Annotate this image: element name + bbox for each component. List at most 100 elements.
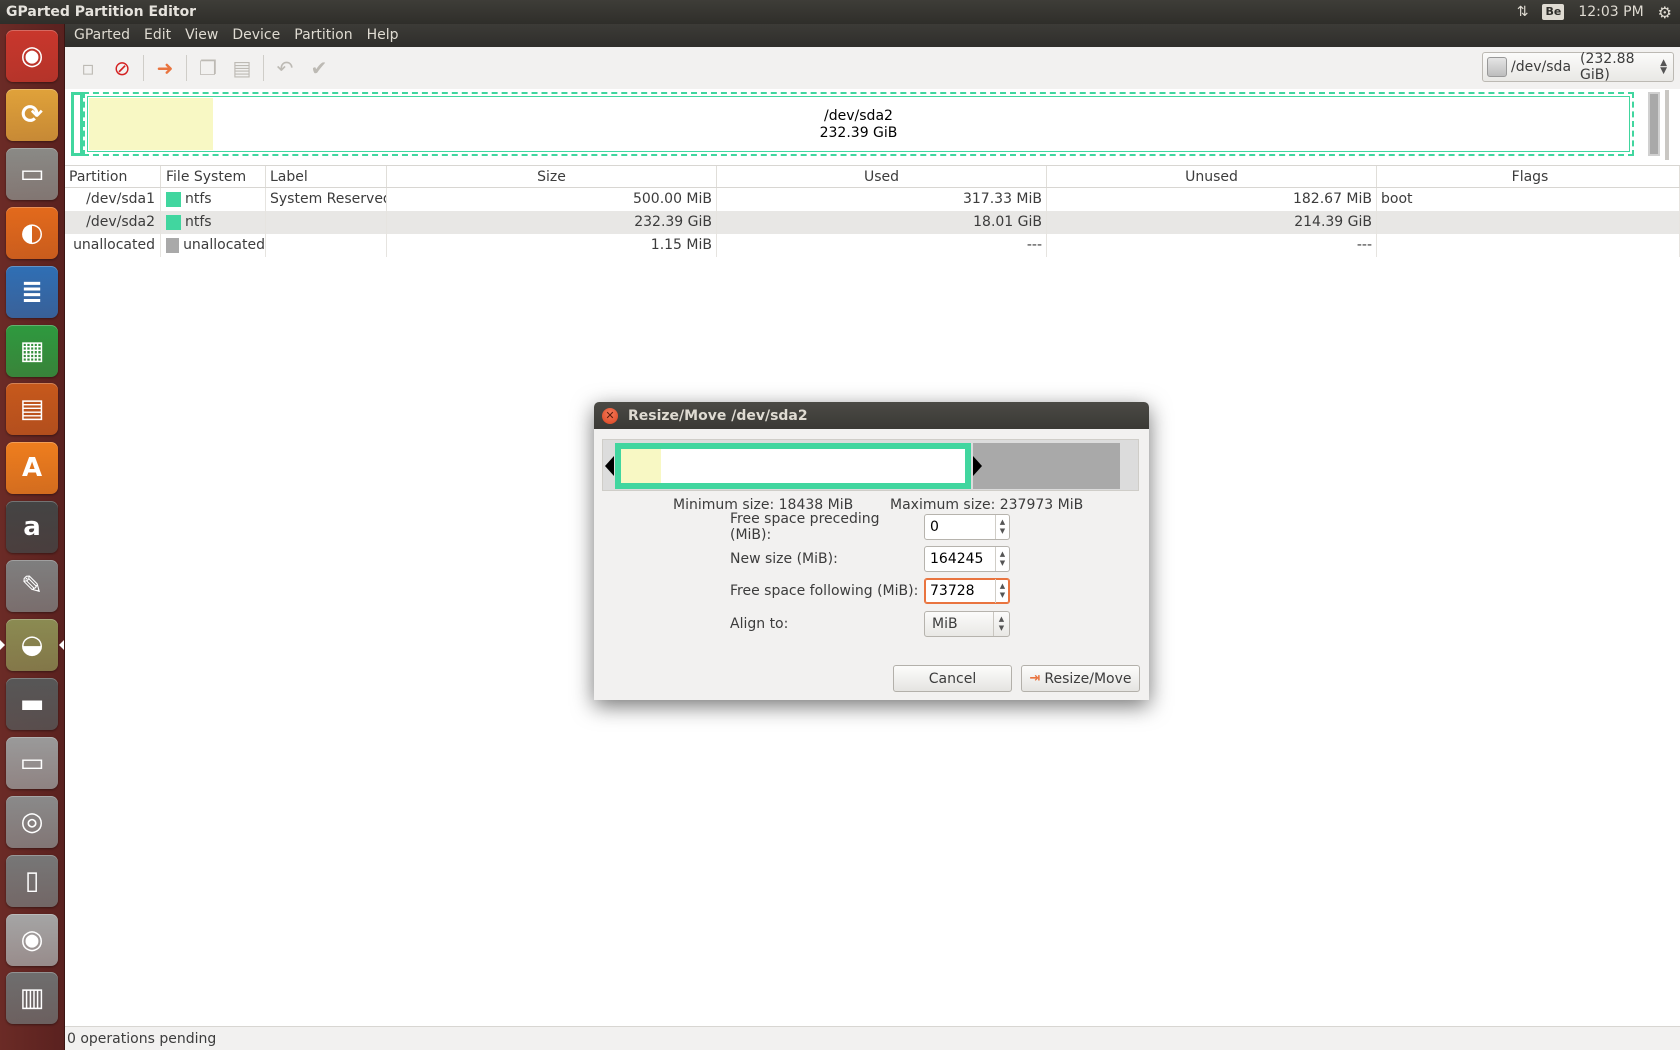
resize-handle-left-icon[interactable]: [605, 456, 614, 476]
column-header-used[interactable]: Used: [717, 166, 1047, 187]
indicator-area: ⇅ Be 12:03 PM ⚙: [1517, 3, 1680, 22]
device-selector[interactable]: /dev/sda (232.88 GiB) ▲ ▼: [1482, 51, 1674, 83]
system-settings-icon: ✎: [21, 571, 43, 602]
resize-handle-right-icon[interactable]: [973, 456, 982, 476]
spin-arrows-icon[interactable]: ▲ ▼: [995, 515, 1009, 539]
launcher-item-removable-drive[interactable]: ▭: [6, 736, 58, 789]
dvd-drive-icon: ◉: [20, 924, 44, 955]
launcher-item-media-player[interactable]: ▯: [6, 854, 58, 907]
table-header: Partition File System Label Size Used Un…: [65, 165, 1680, 188]
table-row[interactable]: /dev/sda2 ntfs 232.39 GiB 18.01 GiB 214.…: [65, 211, 1680, 234]
spin-arrows-icon[interactable]: ▲ ▼: [995, 579, 1009, 603]
new-partition-icon[interactable]: ▫: [71, 52, 105, 84]
cell-unused: 182.67 MiB: [1047, 188, 1377, 211]
cell-label: [266, 211, 387, 234]
launcher-item-libreoffice-writer[interactable]: ≣: [6, 265, 58, 318]
launcher-item-hard-drive[interactable]: ◎: [6, 795, 58, 848]
launcher-item-trash[interactable]: ▥: [6, 972, 58, 1025]
launcher: ◉ ⟳ ▭ ◐ ≣ ▦ ▤ Aa ✎ ◒ ▬ ▭ ◎ ▯ ◉ ▥: [0, 24, 65, 1050]
disk-map-sda1[interactable]: [71, 92, 83, 156]
free-space-preceding-value[interactable]: 0: [925, 519, 995, 535]
scrollbar[interactable]: [1665, 90, 1669, 160]
free-space-preceding-row: Free space preceding (MiB): 0 ▲ ▼: [730, 511, 1010, 543]
new-size-label: New size (MiB):: [730, 551, 838, 567]
column-header-filesystem[interactable]: File System: [161, 166, 266, 187]
new-size-spinner[interactable]: 164245 ▲ ▼: [924, 546, 1010, 572]
network-updown-icon[interactable]: ⇅: [1517, 4, 1529, 20]
align-to-row: Align to: MiB ▲ ▼: [730, 611, 1010, 637]
resize-move-icon[interactable]: ➜: [148, 52, 182, 84]
spin-arrows-icon[interactable]: ▲ ▼: [995, 547, 1009, 571]
menu-device[interactable]: Device: [225, 24, 287, 47]
disk-map-label: /dev/sda2 232.39 GiB: [85, 108, 1632, 142]
free-space-following-value[interactable]: 73728: [925, 583, 995, 599]
column-header-unused[interactable]: Unused: [1047, 166, 1377, 187]
table-row[interactable]: unallocated unallocated 1.15 MiB --- ---: [65, 234, 1680, 257]
top-panel: GParted Partition Editor ⇅ Be 12:03 PM ⚙: [0, 0, 1680, 24]
align-to-select[interactable]: MiB ▲ ▼: [924, 611, 1010, 637]
trash-icon: ▥: [19, 983, 45, 1014]
column-header-flags[interactable]: Flags: [1377, 166, 1680, 187]
cell-partition: /dev/sda1: [65, 188, 161, 211]
hard-disk-icon: [1487, 57, 1508, 77]
gparted-icon: ◒: [20, 630, 44, 660]
device-size: (232.88 GiB): [1580, 51, 1635, 83]
firefox-icon: ◐: [20, 217, 44, 248]
apply-icon[interactable]: ✔: [302, 52, 336, 84]
filesystem-color-swatch: [166, 238, 180, 253]
resize-move-button[interactable]: ⇥ Resize/Move: [1021, 665, 1140, 692]
menu-view[interactable]: View: [178, 24, 225, 47]
launcher-item-files[interactable]: ▭: [6, 147, 58, 200]
menu-help[interactable]: Help: [360, 24, 406, 47]
free-space-following-spinner[interactable]: 73728 ▲ ▼: [924, 578, 1010, 604]
column-header-size[interactable]: Size: [387, 166, 717, 187]
launcher-item-system-settings[interactable]: ✎: [6, 560, 58, 613]
launcher-item-firefox[interactable]: ◐: [6, 206, 58, 259]
launcher-item-gparted[interactable]: ◒: [6, 619, 58, 671]
new-size-value[interactable]: 164245: [925, 551, 995, 567]
menu-gparted[interactable]: GParted: [67, 24, 137, 47]
menu-edit[interactable]: Edit: [137, 24, 178, 47]
cell-label: System Reserved: [266, 188, 387, 211]
launcher-item-libreoffice-impress[interactable]: ▤: [6, 383, 58, 436]
disk-map-sda2[interactable]: /dev/sda2 232.39 GiB: [83, 92, 1634, 156]
cell-filesystem: unallocated: [161, 234, 266, 257]
used-space-bar: [621, 449, 661, 483]
launcher-item-libreoffice-calc[interactable]: ▦: [6, 324, 58, 377]
free-space-preceding-label: Free space preceding (MiB):: [730, 511, 880, 543]
column-header-partition[interactable]: Partition: [65, 166, 161, 187]
column-header-label[interactable]: Label: [266, 166, 387, 187]
chevron-updown-icon: ▲ ▼: [993, 612, 1009, 636]
cell-flags: [1377, 234, 1680, 257]
menu-partition[interactable]: Partition: [287, 24, 359, 47]
ubuntu-dash-icon: ◉: [20, 41, 44, 71]
launcher-item-dvd-drive[interactable]: ◉: [6, 913, 58, 966]
disk-map-partition: /dev/sda2: [824, 108, 893, 124]
floppy-icon: ▬: [19, 688, 45, 719]
disk-map-unallocated[interactable]: [1648, 92, 1660, 156]
align-to-label: Align to:: [730, 616, 789, 632]
paste-icon[interactable]: ▤: [225, 52, 259, 84]
removable-drive-icon: ▭: [19, 747, 45, 778]
delete-partition-icon[interactable]: ⊘: [105, 52, 139, 84]
launcher-item-amazon[interactable]: a: [6, 501, 58, 554]
gear-icon[interactable]: ⚙: [1658, 3, 1672, 22]
launcher-item-system-updater[interactable]: ⟳: [6, 88, 58, 141]
launcher-item-floppy[interactable]: ▬: [6, 677, 58, 730]
device-name: /dev/sda: [1511, 59, 1572, 75]
libreoffice-writer-icon: ≣: [21, 276, 43, 307]
cancel-button[interactable]: Cancel: [893, 665, 1012, 692]
cell-size: 1.15 MiB: [387, 234, 717, 257]
copy-icon[interactable]: ❐: [191, 52, 225, 84]
toolbar-separator: [143, 55, 144, 81]
launcher-item-ubuntu-dash[interactable]: ◉: [6, 30, 58, 82]
partition-resize-block[interactable]: [615, 443, 971, 489]
free-space-preceding-spinner[interactable]: 0 ▲ ▼: [924, 514, 1010, 540]
close-icon[interactable]: ✕: [602, 407, 618, 424]
clock[interactable]: 12:03 PM: [1578, 4, 1643, 20]
keyboard-layout-indicator[interactable]: Be: [1542, 4, 1565, 20]
table-row[interactable]: /dev/sda1 ntfs System Reserved 500.00 Mi…: [65, 188, 1680, 211]
cell-partition: /dev/sda2: [65, 211, 161, 234]
launcher-item-software-center[interactable]: A: [6, 442, 58, 495]
undo-icon[interactable]: ↶: [268, 52, 302, 84]
